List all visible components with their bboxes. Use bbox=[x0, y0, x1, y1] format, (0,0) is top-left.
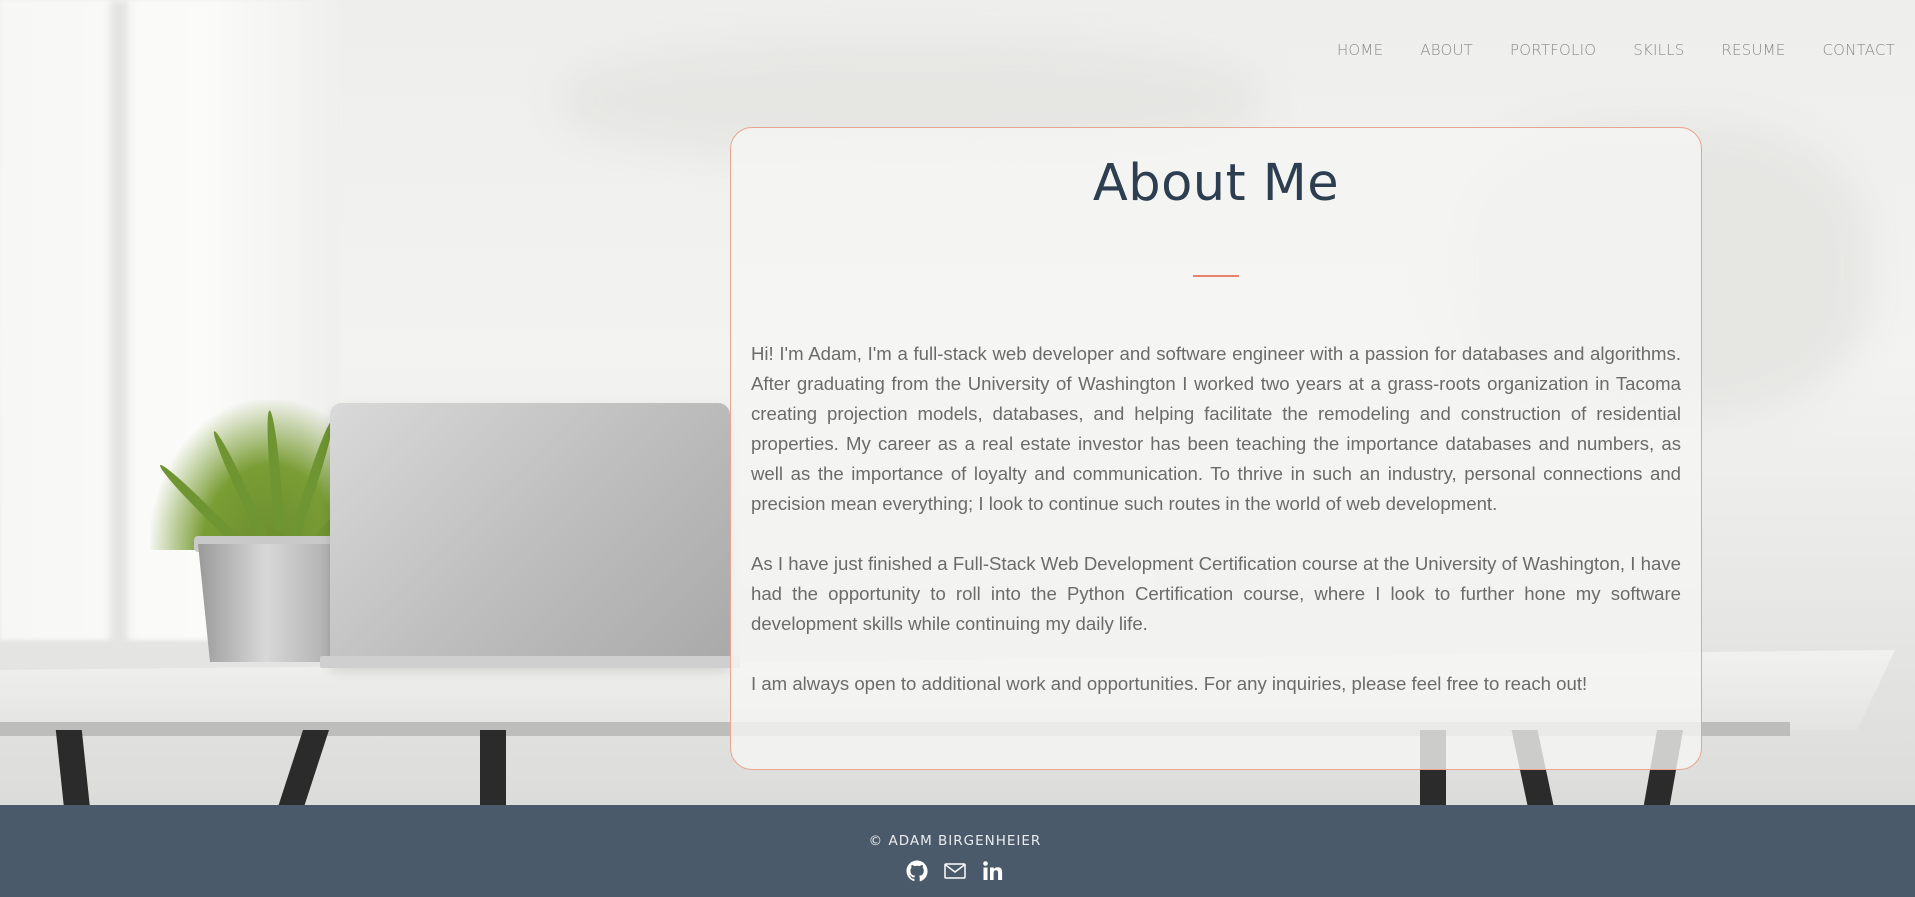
nav-portfolio[interactable]: PORTFOLIO bbox=[1510, 41, 1596, 59]
footer: © ADAM BIRGENHEIER bbox=[0, 805, 1915, 897]
nav-home[interactable]: HOME bbox=[1337, 41, 1383, 59]
desk-leg bbox=[55, 730, 91, 805]
about-paragraph: Hi! I'm Adam, I'm a full-stack web devel… bbox=[751, 343, 1681, 514]
laptop-base bbox=[320, 656, 740, 668]
plant-pot bbox=[198, 544, 348, 662]
about-paragraph: As I have just finished a Full-Stack Web… bbox=[751, 553, 1681, 634]
desk-leg bbox=[480, 730, 506, 805]
title-divider bbox=[1193, 275, 1239, 277]
about-body: Hi! I'm Adam, I'm a full-stack web devel… bbox=[751, 339, 1681, 699]
footer-social-links bbox=[905, 859, 1005, 883]
page: HOME ABOUT PORTFOLIO SKILLS RESUME CONTA… bbox=[0, 0, 1915, 897]
main-nav: HOME ABOUT PORTFOLIO SKILLS RESUME CONTA… bbox=[1300, 41, 1895, 59]
email-icon[interactable] bbox=[943, 859, 967, 883]
about-card: About Me Hi! I'm Adam, I'm a full-stack … bbox=[730, 127, 1702, 770]
desk-leg bbox=[277, 730, 329, 805]
footer-copyright: © ADAM BIRGENHEIER bbox=[868, 833, 1042, 849]
nav-about[interactable]: ABOUT bbox=[1420, 41, 1473, 59]
nav-contact[interactable]: CONTACT bbox=[1822, 41, 1895, 59]
background-window-frame bbox=[110, 0, 128, 650]
nav-resume[interactable]: RESUME bbox=[1721, 41, 1785, 59]
about-paragraph: I am always open to additional work and … bbox=[751, 673, 1588, 694]
nav-skills[interactable]: SKILLS bbox=[1633, 41, 1684, 59]
laptop-image bbox=[330, 403, 730, 665]
linkedin-icon[interactable] bbox=[981, 859, 1005, 883]
github-icon[interactable] bbox=[905, 859, 929, 883]
about-title: About Me bbox=[1092, 154, 1340, 213]
